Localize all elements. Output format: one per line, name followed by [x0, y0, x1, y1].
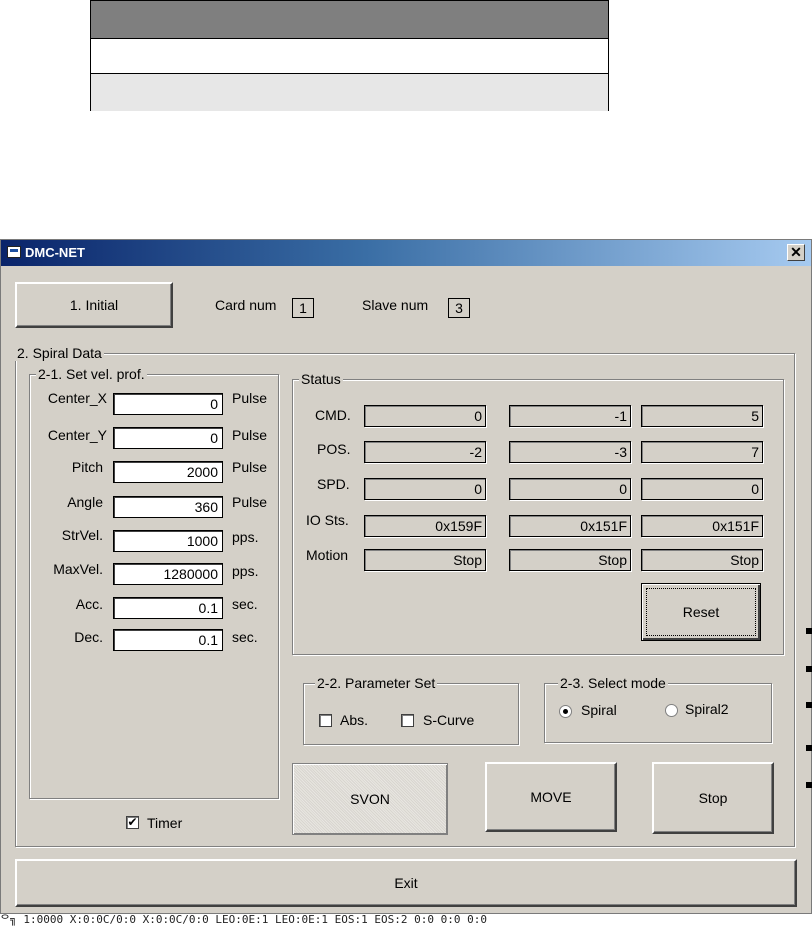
slave-num-value: 3 [448, 298, 470, 318]
select-mode-group [544, 683, 772, 743]
focus-outline [646, 588, 756, 636]
motion-label: Motion [306, 547, 349, 563]
motion-value-1: Stop [364, 549, 486, 571]
strvel-label: StrVel. [61, 527, 103, 543]
motion-value-3: Stop [641, 549, 763, 571]
io-sts-value-1: 0x159F [364, 515, 486, 537]
stop-button[interactable]: Stop [652, 762, 774, 834]
table-row [91, 38, 608, 74]
window-title: DMC-NET [25, 245, 85, 260]
s-curve-label: S-Curve [423, 712, 475, 728]
timer-label: Timer [147, 815, 183, 831]
cmd-value-2: -1 [509, 405, 631, 427]
pos-value-1: -2 [364, 441, 486, 463]
slave-num-label: Slave num [362, 297, 429, 313]
check-icon: ✔ [127, 815, 138, 829]
card-num-label: Card num [215, 297, 277, 313]
pitch-unit: Pulse [232, 459, 268, 475]
edge-mark [806, 702, 812, 708]
move-button-label: MOVE [530, 789, 572, 805]
center-y-input[interactable]: 0 [113, 427, 223, 449]
vel-prof-title: 2-1. Set vel. prof. [36, 366, 147, 382]
angle-label: Angle [67, 494, 103, 510]
spd-value-2: 0 [509, 478, 631, 500]
center-y-unit: Pulse [232, 427, 268, 443]
abs-label: Abs. [340, 712, 369, 728]
spd-label: SPD. [317, 476, 350, 492]
spiral-data-title: 2. Spiral Data [15, 345, 104, 361]
center-x-unit: Pulse [232, 390, 268, 406]
maxvel-label: MaxVel. [53, 561, 103, 577]
spd-value-3: 0 [641, 478, 763, 500]
title-bar[interactable]: DMC-NET ✕ [1, 240, 811, 266]
pitch-label: Pitch [71, 459, 103, 475]
strvel-input[interactable]: 1000 [113, 530, 223, 552]
exit-button-label: Exit [394, 875, 418, 891]
pitch-input[interactable]: 2000 [113, 461, 223, 483]
cmd-value-1: 0 [364, 405, 486, 427]
card-num-value: 1 [292, 298, 314, 318]
parameter-set-title: 2-2. Parameter Set [315, 675, 438, 691]
maxvel-input[interactable]: 1280000 [113, 563, 223, 585]
dmc-net-window: DMC-NET ✕ 1. Initial Card num 1 Slave nu… [0, 239, 812, 914]
stop-button-label: Stop [698, 790, 728, 806]
abs-checkbox[interactable] [319, 714, 332, 727]
io-sts-value-2: 0x151F [509, 515, 631, 537]
s-curve-checkbox[interactable] [401, 714, 414, 727]
edge-mark [806, 782, 812, 788]
initial-button-label: 1. Initial [69, 297, 119, 313]
move-button[interactable]: MOVE [485, 762, 617, 832]
io-sts-label: IO Sts. [306, 512, 349, 528]
timer-checkbox[interactable]: ✔ [126, 816, 139, 829]
svon-button-label: SVON [350, 791, 390, 807]
dec-unit: sec. [232, 629, 258, 645]
center-x-input[interactable]: 0 [113, 393, 223, 415]
dec-input[interactable]: 0.1 [113, 629, 223, 651]
svon-button[interactable]: SVON [292, 763, 448, 835]
initial-button[interactable]: 1. Initial [15, 282, 173, 328]
dec-label: Dec. [74, 629, 103, 645]
strvel-unit: pps. [232, 529, 259, 545]
pos-value-2: -3 [509, 441, 631, 463]
close-button[interactable]: ✕ [787, 244, 805, 261]
edge-mark [806, 628, 812, 634]
reset-button[interactable]: Reset [641, 583, 761, 641]
exit-button[interactable]: Exit [15, 859, 797, 907]
angle-input[interactable]: 360 [113, 496, 223, 518]
edge-mark [806, 745, 812, 751]
maxvel-unit: pps. [232, 563, 259, 579]
spiral2-radio[interactable] [665, 704, 678, 717]
acc-input[interactable]: 0.1 [113, 597, 223, 619]
center-y-label: Center_Y [47, 427, 107, 443]
header-table [90, 0, 609, 111]
select-mode-title: 2-3. Select mode [558, 675, 668, 691]
spiral-radio-label: Spiral [581, 702, 617, 718]
angle-unit: Pulse [232, 494, 268, 510]
acc-label: Acc. [75, 596, 103, 612]
bottom-text: ᄋ╗ 1:0000 X:0:0C/0:0 X:0:0C/0:0 LEO:0E:1… [0, 914, 487, 926]
status-title: Status [299, 371, 343, 387]
spiral2-radio-label: Spiral2 [685, 701, 729, 717]
app-icon [7, 246, 21, 258]
table-header-row [91, 1, 608, 38]
cmd-label: CMD. [315, 407, 351, 423]
table-row [91, 74, 608, 111]
spiral-radio[interactable] [559, 705, 572, 718]
pos-value-3: 7 [641, 441, 763, 463]
acc-unit: sec. [232, 596, 258, 612]
pos-label: POS. [317, 441, 351, 457]
edge-mark [806, 666, 812, 672]
cmd-value-3: 5 [641, 405, 763, 427]
io-sts-value-3: 0x151F [641, 515, 763, 537]
radio-selected-dot [563, 709, 568, 714]
center-x-label: Center_X [47, 390, 107, 406]
spd-value-1: 0 [364, 478, 486, 500]
motion-value-2: Stop [509, 549, 631, 571]
